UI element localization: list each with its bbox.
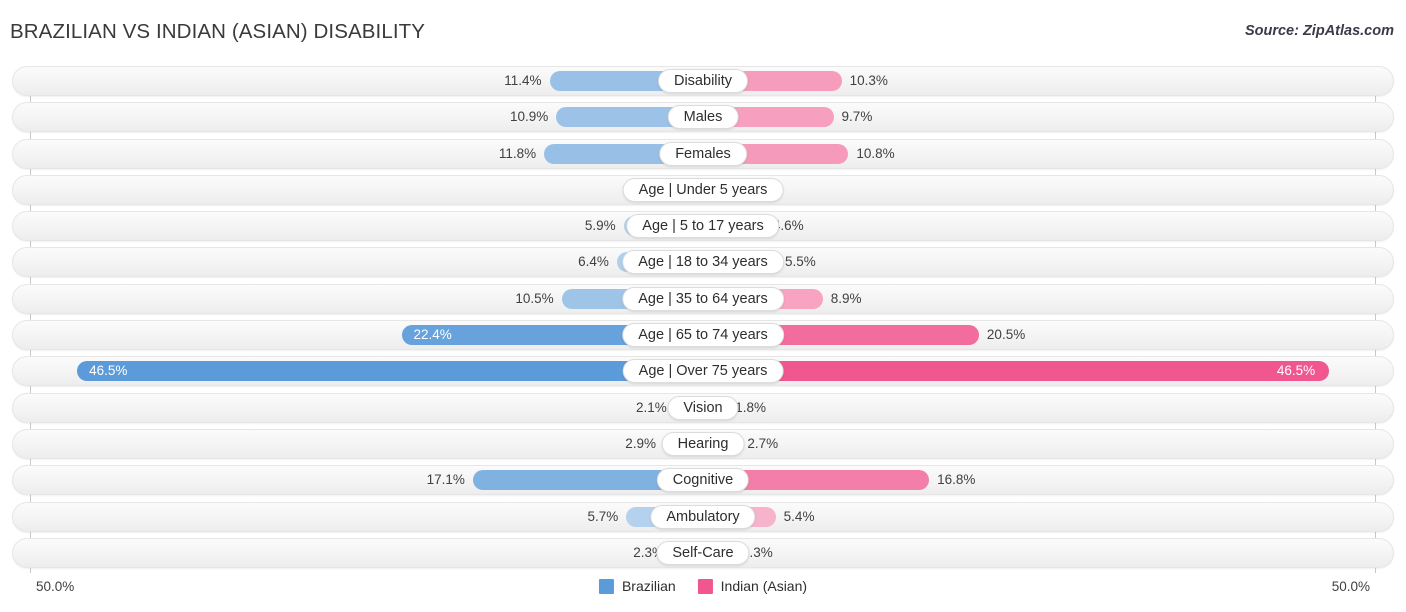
bar-value-indian-asian: 10.8%: [856, 145, 895, 161]
bar-row: 1.5%1.0%Age | Under 5 years: [0, 174, 1406, 205]
bar-value-brazilian: 2.1%: [635, 399, 667, 415]
bar-value-brazilian: 5.7%: [587, 508, 619, 524]
bar-row: 6.4% 5.5% Age | 18 to 34 years: [0, 247, 1406, 278]
category-label: Self-Care: [656, 540, 750, 565]
bar-value-indian-asian: 2.7%: [747, 435, 779, 451]
category-label: Disability: [657, 69, 749, 93]
axis-label-left: 50.0%: [36, 579, 75, 594]
legend-label: Brazilian: [621, 578, 676, 594]
source-attribution: Source: ZipAtlas.com: [1244, 23, 1394, 39]
bar-brazilian: [77, 361, 703, 382]
bar-value-brazilian: 11.4%: [504, 73, 542, 88]
bar-row: 17.1% 16.8% Cognitive: [0, 465, 1406, 496]
bar-row: 11.8% 10.8% Females: [0, 138, 1406, 169]
bar-value-brazilian: 6.4%: [578, 254, 609, 270]
category-label: Cognitive: [656, 468, 750, 493]
category-label: Age | 35 to 64 years: [622, 286, 784, 311]
legend-swatch-icon: [598, 578, 614, 594]
bar-value-brazilian: 11.8%: [498, 145, 537, 161]
bar-row: 10.9% 9.7% Males: [0, 102, 1406, 133]
bar-rows-container: 11.4% 10.3% Disability 10.9% 9.7% Males 11.8% 1…: [0, 66, 1406, 574]
bar-value-brazilian: 17.1%: [426, 472, 465, 488]
bar-row: 22.4% 20.5% Age | 65 to 74 years: [0, 320, 1406, 351]
legend-swatch-icon: [697, 578, 713, 594]
chart-footer: 50.0% 50.0% Brazilian Indian (Asian): [0, 573, 1406, 612]
bar-row: 46.5% 46.5% Age | Over 75 years: [0, 356, 1406, 387]
chart-plot-area: 11.4% 10.3% Disability 10.9% 9.7% Males 11.8% 1…: [0, 58, 1406, 573]
category-label: Vision: [667, 395, 739, 420]
legend-item: Brazilian: [598, 578, 676, 594]
bar-row: 11.4% 10.3% Disability: [0, 66, 1406, 96]
bar-row: 2.1% 1.8% Vision: [0, 392, 1406, 423]
bar-value-indian-asian: 10.3%: [849, 73, 888, 88]
legend-label: Indian (Asian): [720, 578, 808, 594]
bar-row: 2.3% 2.3% Self-Care: [0, 537, 1406, 568]
category-label: Hearing: [661, 431, 745, 456]
bar-value-brazilian: 46.5%: [89, 363, 128, 379]
bar-value-indian-asian: 16.8%: [937, 472, 976, 488]
bar-value-brazilian: 10.5%: [515, 290, 554, 306]
bar-indian-asian: [703, 361, 1329, 382]
category-label: Ambulatory: [650, 504, 756, 529]
bar-value-brazilian: 2.9%: [625, 435, 656, 451]
page-title: BRAZILIAN VS INDIAN (ASIAN) DISABILITY: [10, 20, 426, 43]
bar-value-indian-asian: 20.5%: [986, 327, 1026, 343]
category-label: Age | Under 5 years: [622, 177, 784, 202]
bar-row: 5.9% 4.6% Age | 5 to 17 years: [0, 211, 1406, 242]
category-label: Age | 5 to 17 years: [626, 214, 780, 239]
legend-item: Indian (Asian): [697, 578, 808, 594]
category-label: Males: [667, 105, 739, 130]
axis-label-right: 50.0%: [1331, 579, 1370, 594]
category-label: Age | 18 to 34 years: [622, 250, 784, 275]
bar-value-indian-asian: 5.5%: [785, 254, 816, 270]
bar-value-brazilian: 22.4%: [413, 327, 452, 343]
bar-value-indian-asian: 9.7%: [841, 109, 873, 125]
category-label: Age | 65 to 74 years: [622, 323, 784, 348]
bar-row: 2.9% 2.7% Hearing: [0, 428, 1406, 459]
bar-value-indian-asian: 5.4%: [783, 508, 815, 524]
bar-value-brazilian: 10.9%: [510, 109, 549, 125]
bar-row: 5.7% 5.4% Ambulatory: [0, 501, 1406, 532]
chart-header: BRAZILIAN VS INDIAN (ASIAN) DISABILITY S…: [0, 0, 1406, 58]
bar-value-brazilian: 5.9%: [584, 218, 616, 234]
chart-legend: Brazilian Indian (Asian): [598, 578, 808, 594]
bar-value-indian-asian: 1.8%: [735, 399, 766, 415]
bar-value-indian-asian: 46.5%: [1276, 363, 1316, 379]
category-label: Age | Over 75 years: [622, 359, 784, 384]
bar-row: 10.5% 8.9% Age | 35 to 64 years: [0, 283, 1406, 314]
chart-page: BRAZILIAN VS INDIAN (ASIAN) DISABILITY S…: [0, 0, 1406, 612]
category-label: Females: [659, 141, 747, 166]
bar-value-indian-asian: 8.9%: [830, 290, 862, 306]
